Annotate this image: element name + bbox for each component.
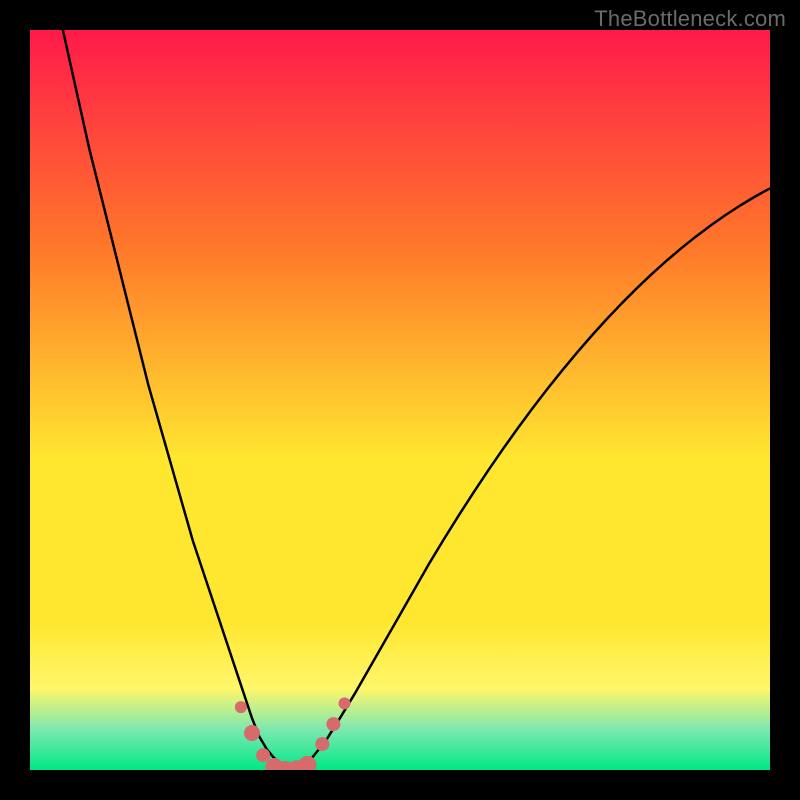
watermark-text: TheBottleneck.com <box>594 6 786 32</box>
chart-frame: TheBottleneck.com <box>0 0 800 800</box>
data-marker <box>244 725 260 741</box>
data-marker <box>339 697 351 709</box>
data-marker <box>235 701 247 713</box>
chart-svg <box>30 30 770 770</box>
gradient-background <box>30 30 770 770</box>
data-marker <box>315 737 329 751</box>
plot-area <box>30 30 770 770</box>
data-marker <box>256 748 270 762</box>
data-marker <box>326 717 340 731</box>
